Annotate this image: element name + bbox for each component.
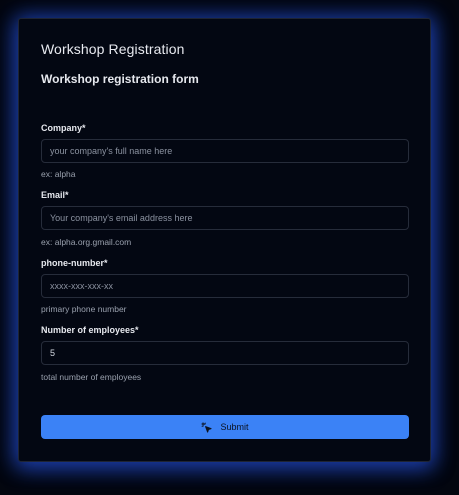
employees-help-text: total number of employees xyxy=(41,372,142,382)
email-label: Email* xyxy=(41,190,69,200)
company-help-text: ex: alpha xyxy=(41,169,76,179)
employees-input[interactable] xyxy=(41,341,409,365)
form-title: Workshop Registration xyxy=(41,41,185,57)
registration-card: Workshop Registration Workshop registrat… xyxy=(18,18,431,462)
submit-button[interactable]: Submit xyxy=(41,415,409,439)
company-input[interactable] xyxy=(41,139,409,163)
email-input[interactable] xyxy=(41,206,409,230)
phone-number-help-text: primary phone number xyxy=(41,304,127,314)
sparkle-cursor-icon xyxy=(201,421,213,433)
employees-label: Number of employees* xyxy=(41,325,139,335)
company-label: Company* xyxy=(41,123,86,133)
phone-number-input[interactable] xyxy=(41,274,409,298)
submit-label: Submit xyxy=(220,422,249,432)
email-help-text: ex: alpha.org.gmail.com xyxy=(41,237,132,247)
phone-number-label: phone-number* xyxy=(41,258,108,268)
form-subtitle: Workshop registration form xyxy=(41,72,199,86)
